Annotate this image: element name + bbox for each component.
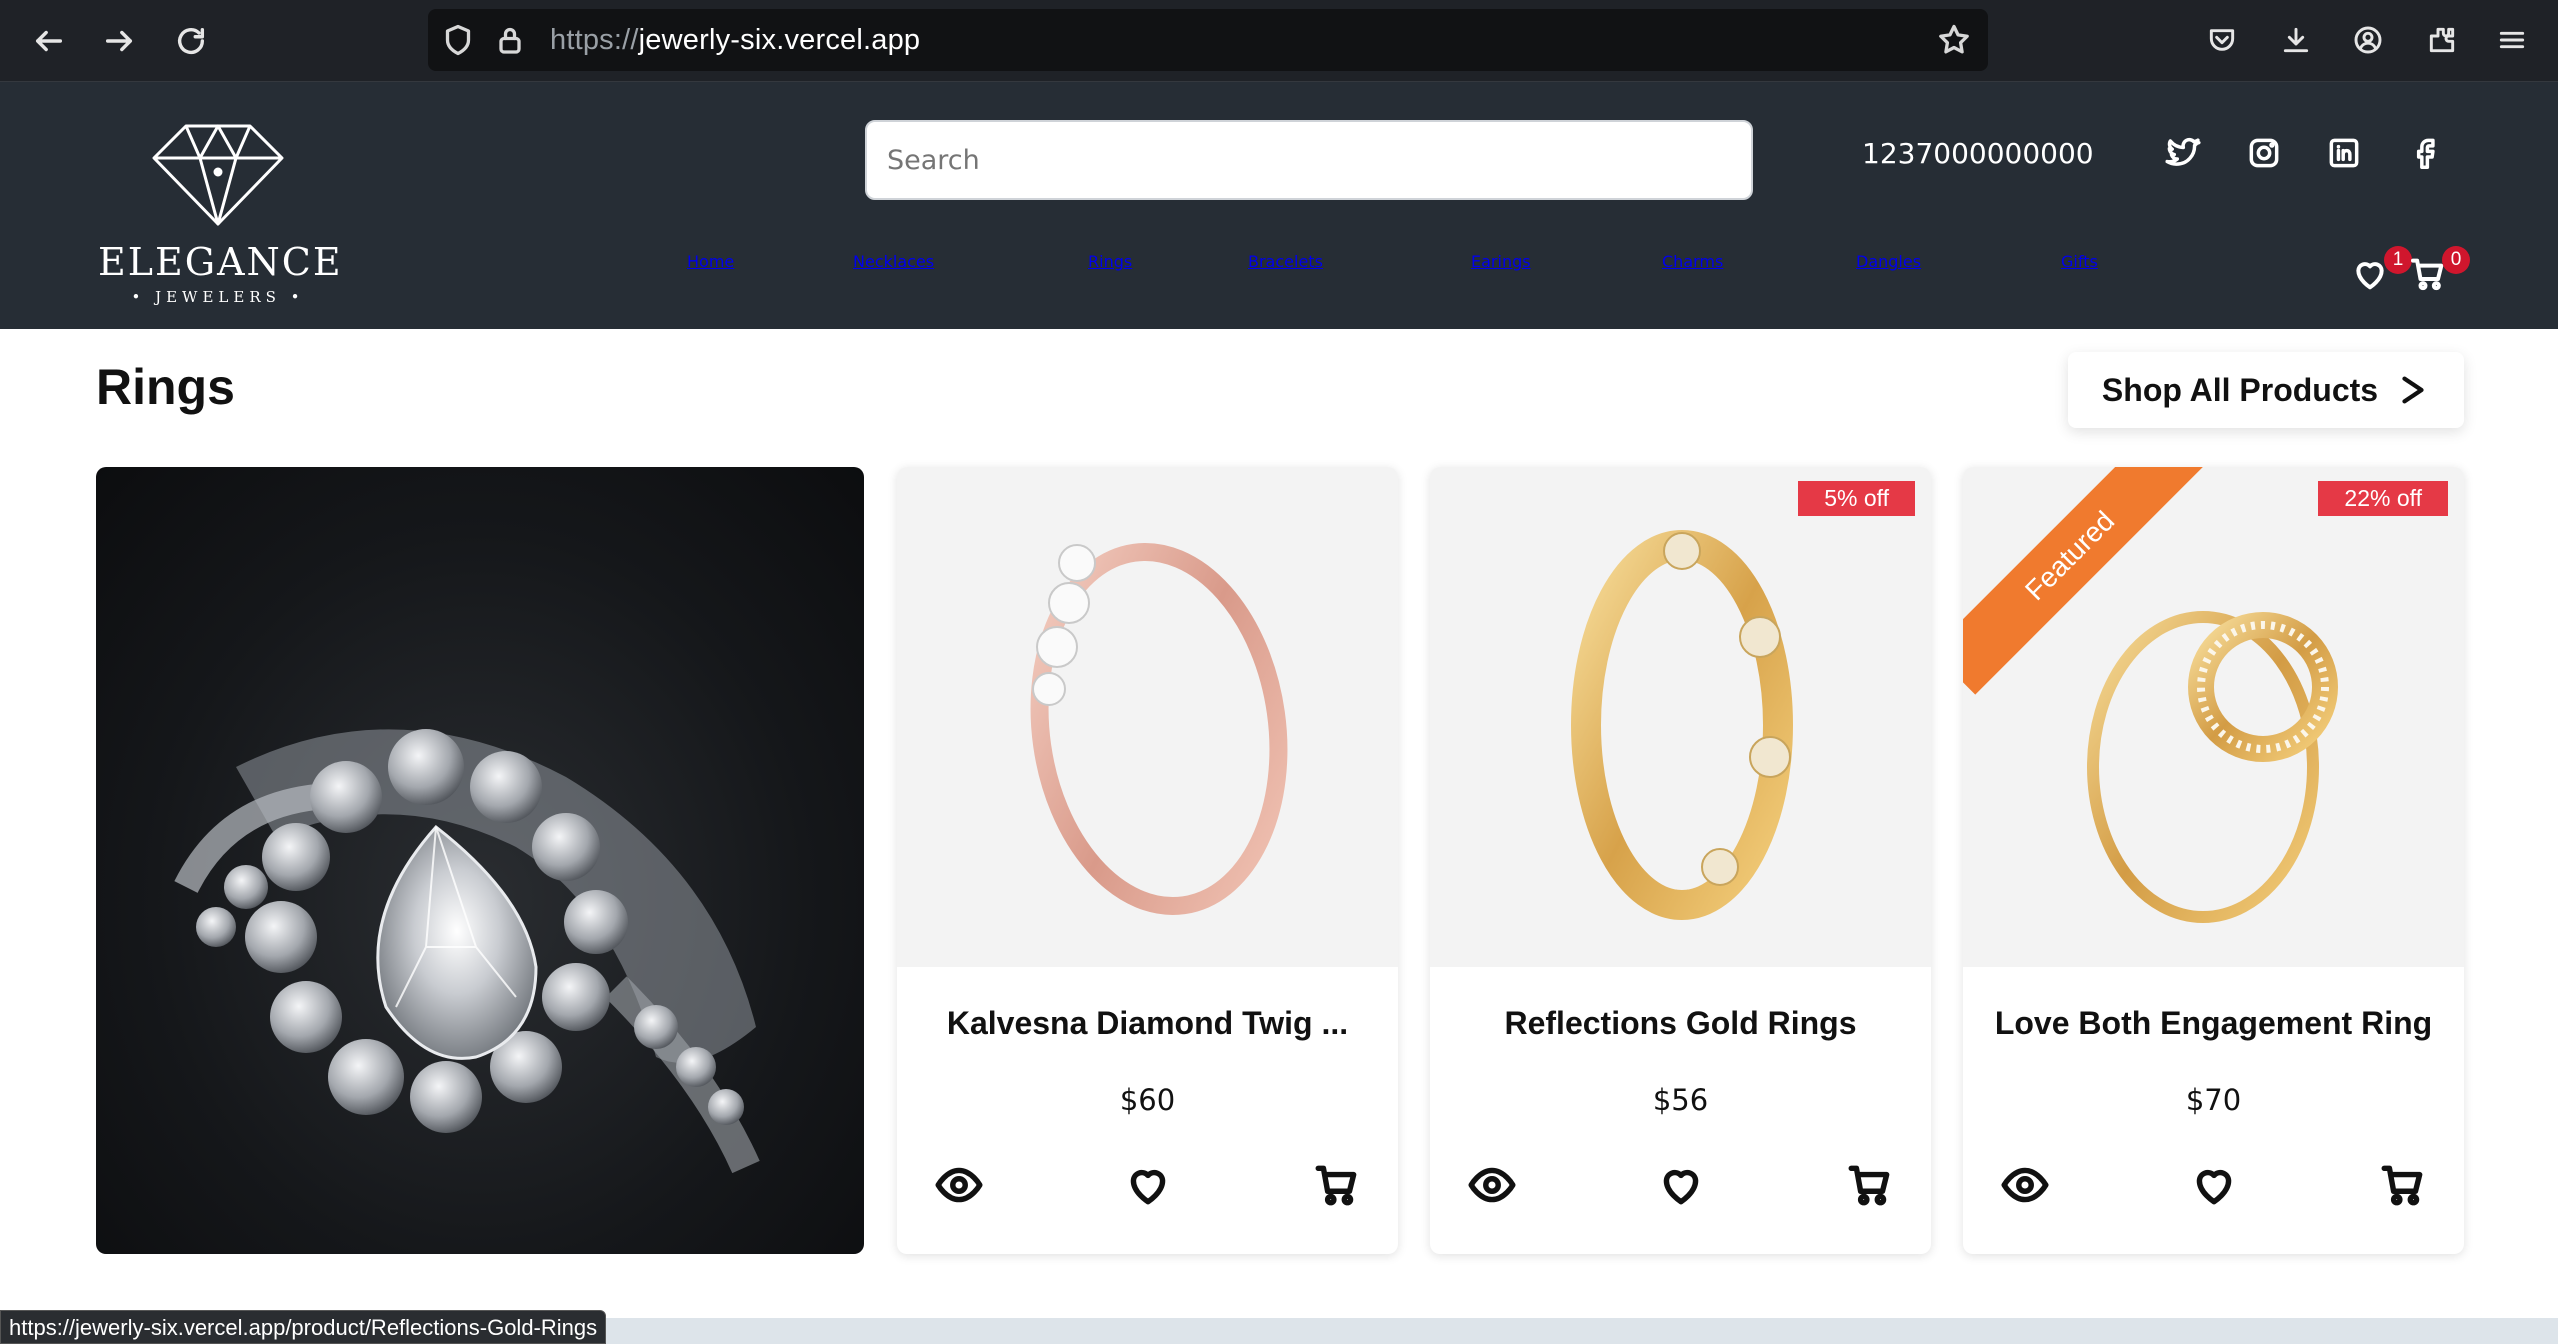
- lock-icon[interactable]: [492, 22, 528, 58]
- brand-subtitle: • JEWELERS •: [131, 288, 305, 306]
- product-image[interactable]: [897, 467, 1398, 967]
- bookmark-star-icon[interactable]: [1936, 22, 1972, 58]
- forward-icon[interactable]: [96, 18, 142, 64]
- browser-toolbar: https://jewerly-six.vercel.app: [0, 0, 2558, 82]
- nav-home[interactable]: Home: [687, 252, 734, 271]
- instagram-icon[interactable]: [2243, 132, 2285, 174]
- product-price: $70: [2185, 1083, 2242, 1117]
- account-icon[interactable]: [2346, 18, 2390, 62]
- discount-badge: 5% off: [1798, 481, 1915, 516]
- downloads-icon[interactable]: [2274, 18, 2318, 62]
- nav-charms[interactable]: Charms: [1662, 252, 1723, 271]
- phone-number: 1237000000000: [1862, 137, 2094, 170]
- featured-ring-image: [96, 467, 864, 1254]
- quick-view-eye-icon[interactable]: [931, 1157, 987, 1213]
- add-to-cart-icon[interactable]: [1842, 1157, 1898, 1213]
- add-to-cart-icon[interactable]: [1309, 1157, 1365, 1213]
- cart-button[interactable]: 0: [2408, 246, 2470, 300]
- add-to-wishlist-heart-icon[interactable]: [2186, 1157, 2242, 1213]
- linkedin-icon[interactable]: [2323, 132, 2365, 174]
- quick-view-eye-icon[interactable]: [1464, 1157, 1520, 1213]
- shop-all-label: Shop All Products: [2101, 371, 2379, 408]
- menu-icon[interactable]: [2490, 18, 2534, 62]
- shield-icon[interactable]: [440, 22, 476, 58]
- pocket-icon[interactable]: [2200, 18, 2244, 62]
- extensions-icon[interactable]: [2420, 18, 2464, 62]
- diamond-logo-icon: [152, 124, 284, 226]
- link-status-bar: https://jewerly-six.vercel.app/product/R…: [0, 1310, 607, 1344]
- back-icon[interactable]: [26, 18, 72, 64]
- add-to-wishlist-heart-icon[interactable]: [1653, 1157, 1709, 1213]
- discount-badge: 22% off: [2318, 481, 2448, 516]
- nav-necklaces[interactable]: Necklaces: [853, 252, 934, 271]
- product-image[interactable]: [1963, 467, 2464, 967]
- product-image[interactable]: [1430, 467, 1931, 967]
- nav-earings[interactable]: Earings: [1471, 252, 1531, 271]
- nav-gifts[interactable]: Gifts: [2061, 252, 2098, 271]
- reload-icon[interactable]: [168, 18, 214, 64]
- url-text[interactable]: https://jewerly-six.vercel.app: [550, 24, 920, 57]
- add-to-cart-icon[interactable]: [2375, 1157, 2431, 1213]
- url-protocol: https://: [550, 24, 639, 56]
- product-name[interactable]: Kalvesna Diamond Twig ...: [897, 1005, 1398, 1042]
- address-bar[interactable]: https://jewerly-six.vercel.app: [428, 9, 1988, 71]
- site-header: ELEGANCE • JEWELERS • 1237000000000 Home…: [0, 82, 2558, 329]
- wishlist-button[interactable]: 1: [2350, 246, 2412, 300]
- product-price: $60: [1119, 1083, 1176, 1117]
- nav-bracelets[interactable]: Bracelets: [1248, 252, 1323, 271]
- nav-dangles[interactable]: Dangles: [1856, 252, 1921, 271]
- product-card[interactable]: Kalvesna Diamond Twig ... $60: [897, 467, 1398, 1254]
- arrow-right-icon: [2402, 376, 2424, 404]
- product-card[interactable]: 5% off Reflections Gold Rings $56: [1430, 467, 1931, 1254]
- twitter-icon[interactable]: [2162, 132, 2204, 174]
- product-card[interactable]: Featured 22% off Love Both Engagement Ri…: [1963, 467, 2464, 1254]
- search-input[interactable]: [865, 120, 1753, 200]
- section-title: Rings: [96, 359, 235, 415]
- cart-count-badge: 0: [2442, 246, 2470, 274]
- brand-name: ELEGANCE: [98, 240, 343, 284]
- quick-view-eye-icon[interactable]: [1997, 1157, 2053, 1213]
- product-name[interactable]: Love Both Engagement Ring: [1963, 1005, 2464, 1042]
- nav-rings[interactable]: Rings: [1088, 252, 1132, 271]
- add-to-wishlist-heart-icon[interactable]: [1120, 1157, 1176, 1213]
- facebook-icon[interactable]: [2404, 132, 2446, 174]
- shop-all-products-button[interactable]: Shop All Products: [2068, 352, 2464, 428]
- brand-logo[interactable]: ELEGANCE • JEWELERS •: [98, 120, 350, 310]
- product-name[interactable]: Reflections Gold Rings: [1430, 1005, 1931, 1042]
- product-price: $56: [1652, 1083, 1709, 1117]
- url-host: jewerly-six.vercel.app: [638, 24, 921, 56]
